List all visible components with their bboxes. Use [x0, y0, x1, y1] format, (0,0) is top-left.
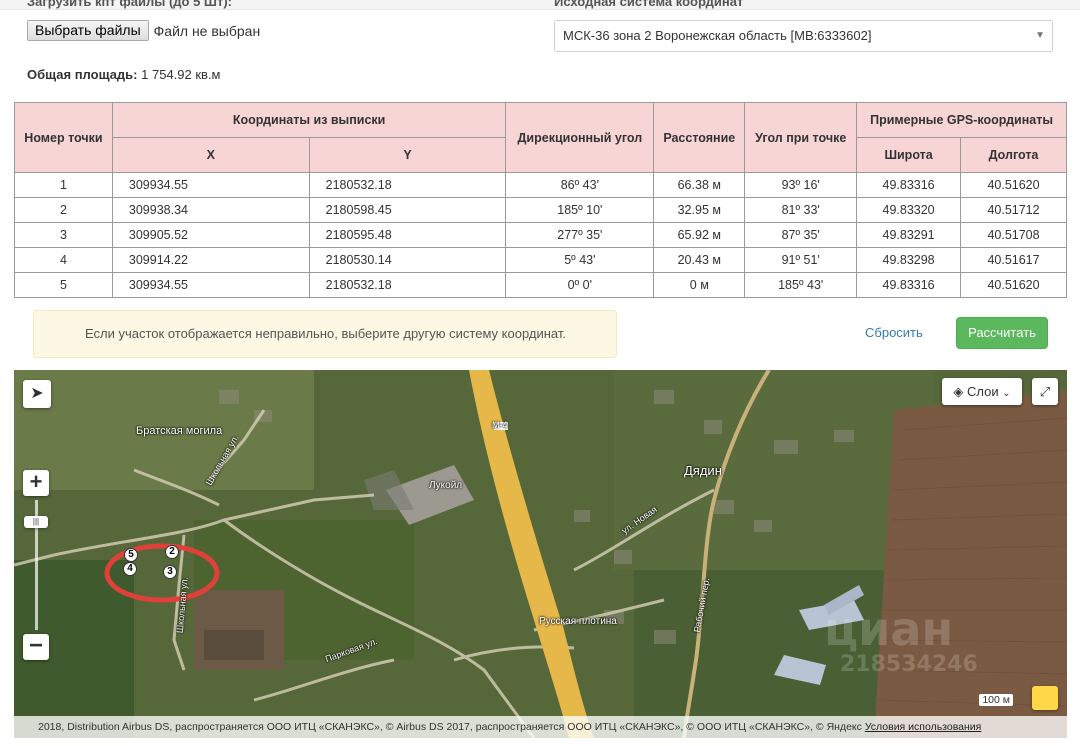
locate-arrow-icon[interactable]: ➤ [23, 380, 51, 408]
cell-lat: 49.83316 [856, 172, 962, 198]
cell-bearing: 0º 0' [505, 272, 655, 298]
cell-lat: 49.83291 [856, 222, 962, 248]
place-village: Дядин [684, 463, 722, 478]
point-marker[interactable]: 2 [165, 545, 179, 559]
fullscreen-icon[interactable]: ⤢ [1032, 378, 1058, 405]
total-area-label: Общая площадь: [27, 67, 138, 82]
cell-bearing: 185º 10' [505, 197, 655, 223]
chevron-down-icon: ▼ [1035, 30, 1045, 41]
cell-y: 2180598.45 [308, 197, 507, 223]
cell-lon: 40.51712 [960, 197, 1067, 223]
satellite-map[interactable]: М-4 Братская могила Дядин Лукойл Русская… [14, 370, 1067, 738]
cell-distance: 66.38 м [653, 172, 746, 198]
file-upload-row: Выбрать файлы Файл не выбран [27, 20, 260, 41]
table-row: 3 309905.52 2180595.48 277º 35' 65.92 м … [14, 222, 1067, 248]
table-row: 1 309934.55 2180532.18 86º 43' 66.38 м 9… [14, 172, 1067, 198]
chevron-down-icon: ⌄ [1002, 388, 1011, 399]
header-point-no: Номер точки [14, 102, 113, 173]
cell-point: 1 [14, 172, 113, 198]
crs-warning-alert: Если участок отображается неправильно, в… [33, 310, 617, 358]
scale-label: 100 м [979, 694, 1013, 706]
cell-y: 2180532.18 [308, 172, 507, 198]
cell-distance: 32.95 м [653, 197, 746, 223]
cell-lat: 49.83316 [856, 272, 962, 298]
place-gas-station: Лукойл [429, 480, 463, 491]
zoom-out-button[interactable]: − [23, 634, 49, 660]
upload-label: Загрузить кпт файлы (до 5 Шт): [27, 0, 233, 9]
layers-icon: ◈ [953, 384, 964, 399]
watermark-logo: циан [824, 602, 954, 656]
place-memorial: Братская могила [136, 425, 223, 437]
table-row: 5 309934.55 2180532.18 0º 0' 0 м 185º 43… [14, 272, 1067, 298]
cell-angle: 91º 51' [744, 247, 858, 273]
cell-point: 2 [14, 197, 113, 223]
header-lat: Широта [856, 137, 962, 173]
map-attribution: 2018, Distribution Airbus DS, распростра… [14, 716, 1067, 738]
place-dam: Русская плотина [539, 616, 617, 627]
cell-lat: 49.83320 [856, 197, 962, 223]
header-x: X [111, 137, 310, 173]
reset-link[interactable]: Сбросить [865, 325, 923, 340]
file-status-text: Файл не выбран [153, 22, 261, 39]
cell-lon: 40.51620 [960, 272, 1067, 298]
layers-button[interactable]: ◈ Слои ⌄ [942, 378, 1022, 405]
watermark-number: 218534246 [840, 652, 978, 677]
coordinates-table: Номер точки Координаты из выписки Дирекц… [14, 102, 1067, 298]
cell-point: 3 [14, 222, 113, 248]
header-lon: Долгота [960, 137, 1067, 173]
cell-bearing: 5º 43' [505, 247, 655, 273]
highway-label: М-4 [492, 420, 508, 430]
point-marker[interactable]: 5 [124, 548, 138, 562]
cell-x: 309905.52 [111, 222, 310, 248]
scale-bar: 100 м [959, 692, 1013, 708]
cell-x: 309934.55 [111, 172, 310, 198]
calculate-button[interactable]: Рассчитать [956, 317, 1048, 349]
table-row: 4 309914.22 2180530.14 5º 43' 20.43 м 91… [14, 247, 1067, 273]
header-angle: Угол при точке [744, 102, 858, 173]
cell-x: 309938.34 [111, 197, 310, 223]
cell-y: 2180595.48 [308, 222, 507, 248]
cell-distance: 0 м [653, 272, 746, 298]
header-bearing: Дирекционный угол [505, 102, 655, 173]
total-area-value: 1 754.92 кв.м [141, 67, 221, 82]
cell-x: 309934.55 [111, 272, 310, 298]
cell-angle: 185º 43' [744, 272, 858, 298]
ruler-icon[interactable] [1032, 686, 1058, 710]
cell-y: 2180530.14 [308, 247, 507, 273]
cell-point: 4 [14, 247, 113, 273]
crs-label: Исходная система координат [554, 0, 744, 9]
cell-angle: 81º 33' [744, 197, 858, 223]
header-gps: Примерные GPS-координаты [856, 102, 1067, 138]
cell-lon: 40.51708 [960, 222, 1067, 248]
point-marker[interactable]: 4 [123, 562, 137, 576]
header-coords: Координаты из выписки [111, 102, 507, 138]
cell-bearing: 277º 35' [505, 222, 655, 248]
cell-distance: 65.92 м [653, 222, 746, 248]
layers-label: Слои [966, 384, 999, 399]
cell-bearing: 86º 43' [505, 172, 655, 198]
cell-lon: 40.51620 [960, 172, 1067, 198]
choose-files-button[interactable]: Выбрать файлы [27, 20, 149, 41]
cell-x: 309914.22 [111, 247, 310, 273]
crs-select[interactable]: МСК-36 зона 2 Воронежская область [MB:63… [554, 20, 1053, 52]
header-distance: Расстояние [653, 102, 746, 173]
zoom-slider-handle[interactable]: ||| [24, 516, 48, 528]
cell-angle: 87º 35' [744, 222, 858, 248]
cell-point: 5 [14, 272, 113, 298]
crs-selected-value: МСК-36 зона 2 Воронежская область [MB:63… [563, 28, 872, 43]
cell-distance: 20.43 м [653, 247, 746, 273]
total-area: Общая площадь: 1 754.92 кв.м [27, 67, 221, 82]
terms-link[interactable]: Условия использования [865, 721, 982, 733]
table-row: 2 309938.34 2180598.45 185º 10' 32.95 м … [14, 197, 1067, 223]
cell-angle: 93º 16' [744, 172, 858, 198]
zoom-in-button[interactable]: + [23, 470, 49, 496]
header-y: Y [308, 137, 507, 173]
point-marker[interactable]: 3 [163, 565, 177, 579]
cell-y: 2180532.18 [308, 272, 507, 298]
attribution-text: 2018, Distribution Airbus DS, распростра… [38, 721, 862, 733]
cell-lat: 49.83298 [856, 247, 962, 273]
cell-lon: 40.51617 [960, 247, 1067, 273]
